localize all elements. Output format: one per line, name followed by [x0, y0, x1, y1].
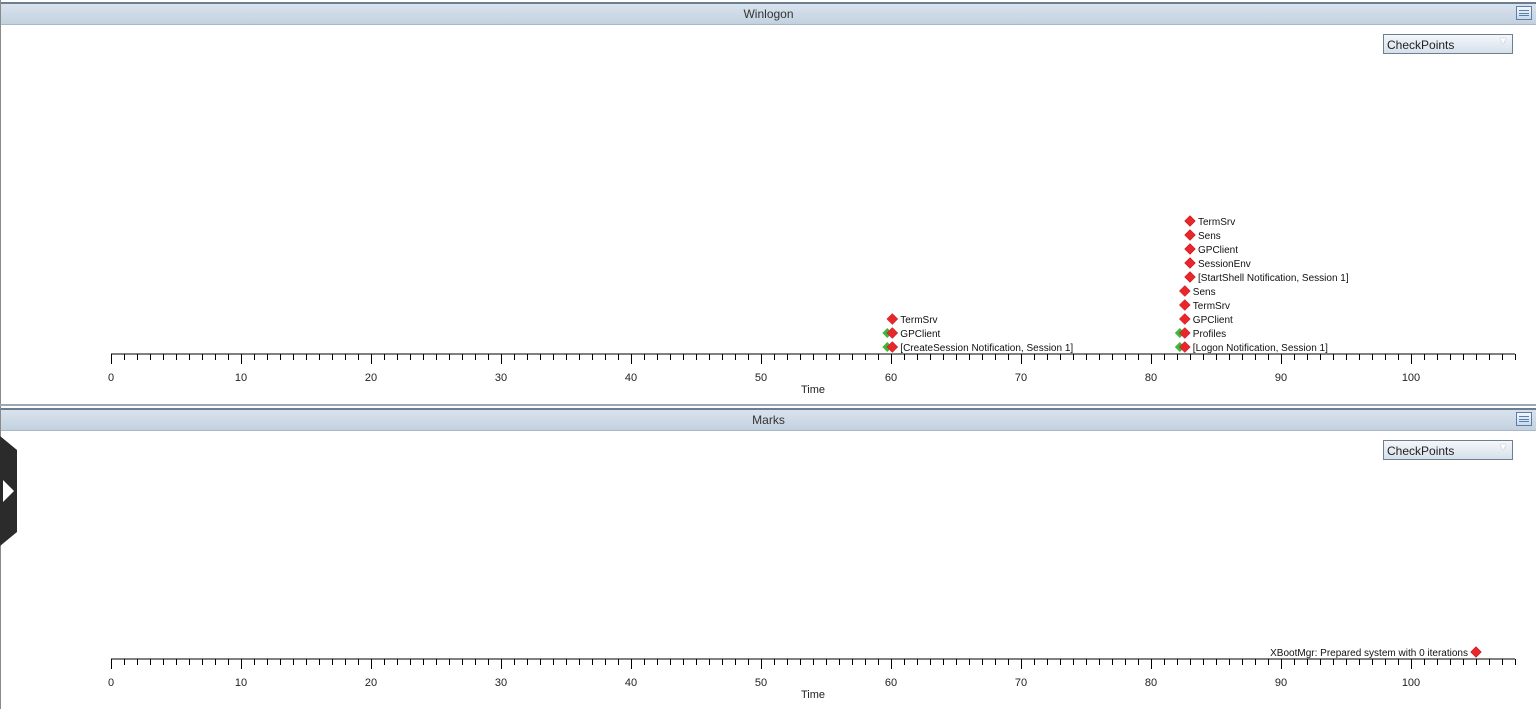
checkpoint-label: Sens: [1193, 287, 1216, 298]
checkpoint-marker[interactable]: [CreateSession Notification, Session 1]: [882, 341, 1073, 355]
x-tick-label: 100: [1402, 677, 1420, 689]
x-tick-label: 90: [1275, 677, 1287, 689]
checkpoint-diamond-icon: [886, 341, 899, 353]
x-tick-label: 0: [108, 677, 114, 689]
checkpoint-label: [Logon Notification, Session 1]: [1193, 343, 1328, 354]
checkpoint-label: GPClient: [1198, 245, 1238, 256]
marks-timeline-chart: 0 10 20 30 40 50 60 70 80 90 100 Time XBootMgr: Prep…: [108, 646, 1516, 701]
checkpoint-marker[interactable]: TermSrv: [886, 313, 938, 327]
x-tick-label: 40: [625, 372, 637, 384]
checkpoint-diamond-icon: [1178, 299, 1191, 311]
checkpoint-label: Sens: [1198, 231, 1221, 242]
checkpoint-label: [StartShell Notification, Session 1]: [1198, 273, 1349, 284]
x-tick-label: 100: [1402, 372, 1420, 384]
x-tick-label: 10: [235, 677, 247, 689]
checkpoint-marker[interactable]: GPClient: [1178, 313, 1233, 327]
checkpoint-diamond-icon: [1184, 257, 1196, 269]
checkpoint-diamond-icon: [1184, 229, 1196, 241]
checkpoint-label: TermSrv: [900, 315, 937, 326]
x-tick-label: 50: [755, 677, 767, 689]
checkpoint-marker[interactable]: XBootMgr: Prepared system with 0 iterati…: [1270, 646, 1482, 660]
checkpoint-diamond-icon: [1470, 646, 1482, 658]
checkpoint-marker[interactable]: TermSrv: [1184, 215, 1236, 229]
x-tick-label: 60: [885, 372, 897, 384]
x-tick-label: 40: [625, 677, 637, 689]
checkpoint-marker[interactable]: Sens: [1178, 285, 1216, 299]
expand-side-panel-icon[interactable]: [0, 436, 17, 546]
checkpoint-marker[interactable]: GPClient: [882, 327, 941, 341]
checkpoint-label: XBootMgr: Prepared system with 0 iterati…: [1270, 648, 1468, 659]
x-tick-label: 10: [235, 372, 247, 384]
checkpoint-diamond-icon: [1178, 285, 1191, 297]
checkpoint-marker[interactable]: Sens: [1184, 229, 1221, 243]
checkpoint-label: GPClient: [900, 329, 940, 340]
x-tick-label: 70: [1015, 677, 1027, 689]
x-tick-label: 0: [108, 372, 114, 384]
x-tick-label: 80: [1145, 372, 1157, 384]
checkpoint-marker[interactable]: Profiles: [1174, 327, 1226, 341]
checkpoint-diamond-icon: [1178, 313, 1191, 325]
checkpoint-diamond-icon: [1178, 327, 1191, 339]
checkpoint-label: TermSrv: [1193, 301, 1230, 312]
checkpoint-label: GPClient: [1193, 315, 1233, 326]
x-tick-label: 20: [365, 372, 377, 384]
checkpoint-label: SessionEnv: [1198, 259, 1251, 270]
x-tick-label: 90: [1275, 372, 1287, 384]
marks-panel: Marks CheckPoints ▼ 0 10 20 30 40 50 60 70 80 90 1…: [0, 406, 1536, 709]
checkpoint-label: TermSrv: [1198, 217, 1235, 228]
x-tick-label: 30: [495, 677, 507, 689]
checkpoint-marker[interactable]: TermSrv: [1178, 299, 1230, 313]
x-tick-label: 60: [885, 677, 897, 689]
winlogon-timeline-chart: 0 10 20 30 40 50 60 70 80 90 100 Time [CreateSession…: [108, 215, 1516, 396]
checkpoint-diamond-icon: [1178, 341, 1191, 353]
checkpoint-diamond-icon: [1184, 215, 1196, 227]
checkpoint-diamond-icon: [1184, 271, 1196, 283]
winlogon-panel: Winlogon CheckPoints ▼ 0 10 20 30 40 50 60 70 80…: [0, 0, 1536, 404]
checkpoint-marker[interactable]: SessionEnv: [1184, 257, 1251, 271]
x-tick-label: 30: [495, 372, 507, 384]
x-tick-label: 20: [365, 677, 377, 689]
checkpoint-label: [CreateSession Notification, Session 1]: [900, 343, 1073, 354]
checkpoint-marker[interactable]: GPClient: [1184, 243, 1239, 257]
checkpoint-diamond-icon: [886, 327, 899, 339]
x-tick-label: 80: [1145, 677, 1157, 689]
x-axis-title: Time: [801, 689, 825, 701]
checkpoint-diamond-icon: [1184, 243, 1196, 255]
x-tick-label: 50: [755, 372, 767, 384]
checkpoint-marker[interactable]: [Logon Notification, Session 1]: [1174, 341, 1328, 355]
x-tick-label: 70: [1015, 372, 1027, 384]
checkpoint-label: Profiles: [1193, 329, 1226, 340]
checkpoint-diamond-icon: [886, 313, 899, 325]
x-axis-title: Time: [801, 384, 825, 396]
checkpoint-marker[interactable]: [StartShell Notification, Session 1]: [1184, 271, 1349, 285]
